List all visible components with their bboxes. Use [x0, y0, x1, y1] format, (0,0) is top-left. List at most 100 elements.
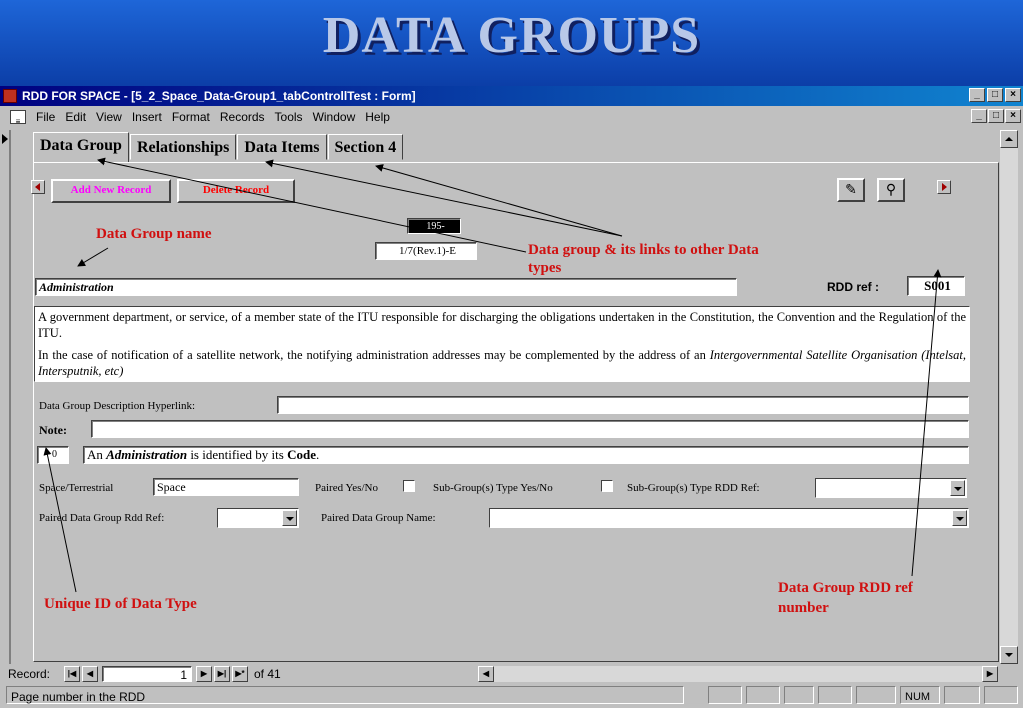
chevron-down-icon[interactable]: [950, 480, 965, 496]
note-field[interactable]: [91, 420, 969, 438]
record-count: of 41: [254, 667, 281, 681]
paired-checkbox[interactable]: [403, 480, 415, 492]
annotation-data-group-name: Data Group name: [96, 226, 212, 242]
record-selector[interactable]: [0, 130, 10, 664]
mdi-close-button[interactable]: ×: [1005, 109, 1021, 123]
status-panel-1: [708, 686, 742, 704]
mdi-restore-button[interactable]: □: [988, 109, 1004, 123]
minimize-button[interactable]: _: [969, 88, 985, 102]
right-arrow-icon: [942, 183, 947, 191]
record-label: Record:: [8, 667, 51, 681]
hyperlink-label: Data Group Description Hyperlink:: [39, 400, 196, 412]
menu-view[interactable]: View: [96, 106, 122, 128]
identified-key: Code: [287, 447, 316, 462]
status-panel-6: [944, 686, 980, 704]
tab-strip: Data Group Relationships Data Items Sect…: [33, 132, 404, 162]
horizontal-scrollbar[interactable]: ◀ ▶: [478, 666, 998, 682]
menu-bar: ≡ File Edit View Insert Format Records T…: [0, 106, 1023, 128]
num-lock-indicator: NUM: [900, 686, 940, 704]
space-field[interactable]: Space: [153, 478, 299, 496]
annotation-unique-id: Unique ID of Data Type: [44, 596, 197, 612]
paired-name-label: Paired Data Group Name:: [321, 512, 436, 524]
delete-record-button[interactable]: Delete Record: [177, 179, 295, 203]
previous-record-button[interactable]: ◀: [82, 666, 98, 682]
identified-by-field[interactable]: An Administration is identified by its C…: [83, 446, 969, 464]
status-panel-2: [746, 686, 780, 704]
next-record-button[interactable]: [937, 180, 951, 194]
paired-name-combo[interactable]: [489, 508, 969, 528]
status-text: Page number in the RDD: [6, 686, 684, 704]
description-paragraph-2: In the case of notification of a satelli…: [38, 347, 966, 379]
identified-mid: is identified by its: [190, 447, 284, 462]
status-panel-7: [984, 686, 1018, 704]
unique-id-field[interactable]: 0: [37, 446, 69, 464]
current-record-icon: [2, 134, 8, 144]
annotation-links: Data group & its links to other Data: [528, 242, 759, 258]
chevron-down-icon[interactable]: [282, 510, 297, 526]
paired-ref-combo[interactable]: [217, 508, 299, 528]
menu-records[interactable]: Records: [220, 106, 265, 128]
description-paragraph-1: A government department, or service, of …: [38, 310, 966, 340]
menu-tools[interactable]: Tools: [275, 106, 303, 128]
menu-window[interactable]: Window: [313, 106, 356, 128]
next-record-nav-button[interactable]: ▶: [196, 666, 212, 682]
form-icon[interactable]: ≡: [10, 110, 26, 126]
status-panel-5: [856, 686, 896, 704]
identified-entity: Administration: [106, 447, 188, 462]
save-edit-icon[interactable]: ✎: [837, 178, 865, 202]
doc-ref-field[interactable]: 1/7(Rev.1)-E: [375, 242, 477, 260]
record-number-field[interactable]: 1: [102, 666, 192, 682]
access-window: RDD FOR SPACE - [5_2_Space_Data-Group1_t…: [0, 86, 1023, 708]
menu-format[interactable]: Format: [172, 106, 210, 128]
status-panel-3: [784, 686, 814, 704]
identified-end: .: [315, 447, 320, 462]
description-field[interactable]: A government department, or service, of …: [34, 306, 970, 382]
scroll-up-button[interactable]: [1000, 130, 1018, 148]
left-arrow-icon: [35, 183, 40, 191]
access-key-icon: [3, 89, 17, 103]
rdd-ref-field[interactable]: S001: [907, 276, 965, 296]
description-paragraph-2-text: In the case of notification of a satelli…: [38, 348, 706, 362]
prev-record-button[interactable]: [31, 180, 45, 194]
last-record-button[interactable]: ▶|: [214, 666, 230, 682]
tab-data-items[interactable]: Data Items: [237, 134, 327, 160]
close-button[interactable]: ×: [1005, 88, 1021, 102]
maximize-button[interactable]: □: [987, 88, 1003, 102]
space-label: Space/Terrestrial: [39, 482, 114, 494]
subgroup-ref-combo[interactable]: [815, 478, 967, 498]
binoculars-find-icon[interactable]: ⚲: [877, 178, 905, 202]
menu-file[interactable]: File: [36, 106, 55, 128]
status-panel-4: [818, 686, 852, 704]
subgroup-label: Sub-Group(s) Type Yes/No: [433, 482, 553, 494]
paired-label: Paired Yes/No: [315, 482, 378, 494]
scroll-right-button[interactable]: ▶: [982, 666, 998, 682]
status-bar: Page number in the RDD NUM: [0, 684, 1023, 708]
subgroup-checkbox[interactable]: [601, 480, 613, 492]
note-label: Note:: [39, 423, 67, 437]
window-title: RDD FOR SPACE - [5_2_Space_Data-Group1_t…: [22, 89, 416, 103]
hyperlink-field[interactable]: [277, 396, 969, 414]
menu-edit[interactable]: Edit: [65, 106, 86, 128]
identified-prefix: An: [87, 447, 103, 462]
first-record-button[interactable]: |◀: [64, 666, 80, 682]
scroll-down-button[interactable]: [1000, 646, 1018, 664]
menu-help[interactable]: Help: [365, 106, 390, 128]
scroll-left-button[interactable]: ◀: [478, 666, 494, 682]
annotation-links-2: types: [528, 260, 562, 276]
page-ref-field[interactable]: 195-: [407, 218, 461, 234]
tab-section-4[interactable]: Section 4: [327, 134, 404, 160]
mdi-minimize-button[interactable]: _: [971, 109, 987, 123]
annotation-rdd-ref: Data Group RDD ref: [778, 580, 913, 596]
subgroup-ref-label: Sub-Group(s) Type RDD Ref:: [627, 482, 760, 494]
slide-title: DATA GROUPS: [322, 7, 701, 64]
add-new-record-button[interactable]: Add New Record: [51, 179, 171, 203]
data-group-name-field[interactable]: Administration: [35, 278, 737, 296]
title-bar[interactable]: RDD FOR SPACE - [5_2_Space_Data-Group1_t…: [0, 86, 1023, 106]
new-record-button[interactable]: ▶*: [232, 666, 248, 682]
menu-insert[interactable]: Insert: [132, 106, 162, 128]
chevron-down-icon[interactable]: [952, 510, 967, 526]
tab-relationships[interactable]: Relationships: [129, 134, 237, 160]
tab-data-group[interactable]: Data Group: [33, 132, 129, 162]
rdd-ref-label: RDD ref :: [827, 280, 880, 294]
vertical-scrollbar[interactable]: [1000, 130, 1018, 664]
